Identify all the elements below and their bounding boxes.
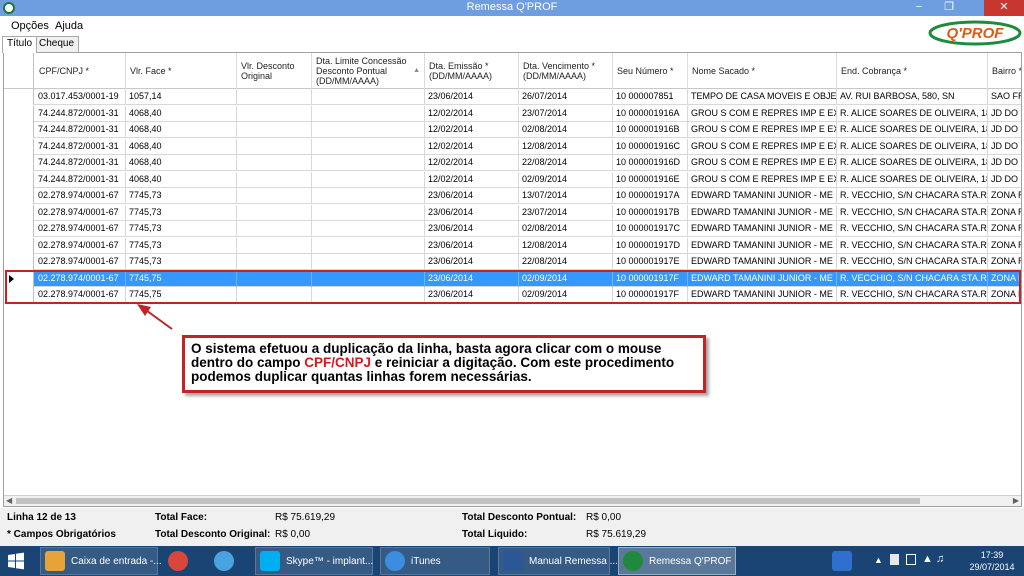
tab-titulo[interactable]: Título (2, 36, 38, 53)
clock[interactable]: 17:39 29/07/2014 (964, 546, 1020, 576)
network-icon[interactable]: ▲ (922, 553, 933, 565)
taskbar-item-label: Manual Remessa ... (529, 555, 618, 567)
callout-arrow (137, 304, 173, 330)
total-desconto-original-value: R$ 0,00 (275, 529, 311, 540)
outlook-icon (45, 551, 65, 571)
status-footer: Linha 12 de 13 * Campos Obrigatórios Tot… (0, 508, 1024, 546)
instruction-callout: O sistema efetuou a duplicação da linha,… (182, 335, 706, 393)
required-fields-note: * Campos Obrigatórios (7, 529, 116, 540)
taskbar-item-tools[interactable] (828, 547, 858, 575)
flag-icon[interactable] (890, 554, 899, 565)
taskbar-item-outlook[interactable]: Caixa de entrada -... (40, 547, 162, 575)
taskbar-item-safari[interactable] (210, 547, 246, 575)
skype-icon (260, 551, 280, 571)
clock-date: 29/07/2014 (969, 562, 1015, 572)
tray-expand-icon[interactable]: ▲ (874, 555, 883, 565)
battery-icon[interactable] (906, 554, 916, 565)
taskbar-item-label: Skype™ - implant... (286, 555, 374, 567)
callout-highlight: CPF/CNPJ (304, 355, 372, 370)
chrome-icon (168, 551, 188, 571)
total-desconto-pontual-value: R$ 0,00 (586, 512, 622, 523)
total-face-value: R$ 75.619,29 (275, 512, 336, 523)
system-tray[interactable]: ▲ ▲ ♫ (870, 546, 950, 576)
row-counter: Linha 12 de 13 (7, 512, 76, 523)
taskbar-item-itunes[interactable]: iTunes (380, 547, 490, 575)
total-liquido-label: Total Liquido: (462, 529, 528, 540)
clock-time: 17:39 (980, 550, 1004, 560)
taskbar-item-label: Caixa de entrada -... (71, 555, 162, 567)
total-desconto-pontual-label: Total Desconto Pontual: (462, 512, 577, 523)
taskbar-item-qprof[interactable]: Remessa Q'PROF (618, 547, 736, 575)
taskbar-item-skype[interactable]: Skype™ - implant... (255, 547, 373, 575)
total-desconto-original-label: Total Desconto Original: (155, 529, 271, 540)
volume-icon[interactable]: ♫ (936, 553, 944, 565)
start-button[interactable] (6, 547, 34, 575)
total-face-label: Total Face: (155, 512, 208, 523)
word-icon (503, 551, 523, 571)
safari-icon (214, 551, 234, 571)
taskbar-item-word[interactable]: Manual Remessa ... (498, 547, 618, 575)
windows-logo-icon (8, 552, 24, 570)
itunes-icon (385, 551, 405, 571)
taskbar-item-label: iTunes (411, 555, 441, 567)
taskbar-item-label: Remessa Q'PROF (649, 555, 732, 567)
tools-icon (832, 551, 852, 571)
taskbar: Caixa de entrada -... Skype™ - implant...… (0, 546, 1024, 576)
total-liquido-value: R$ 75.619,29 (586, 529, 647, 540)
taskbar-item-chrome[interactable] (164, 547, 200, 575)
qprof-icon (623, 551, 643, 571)
